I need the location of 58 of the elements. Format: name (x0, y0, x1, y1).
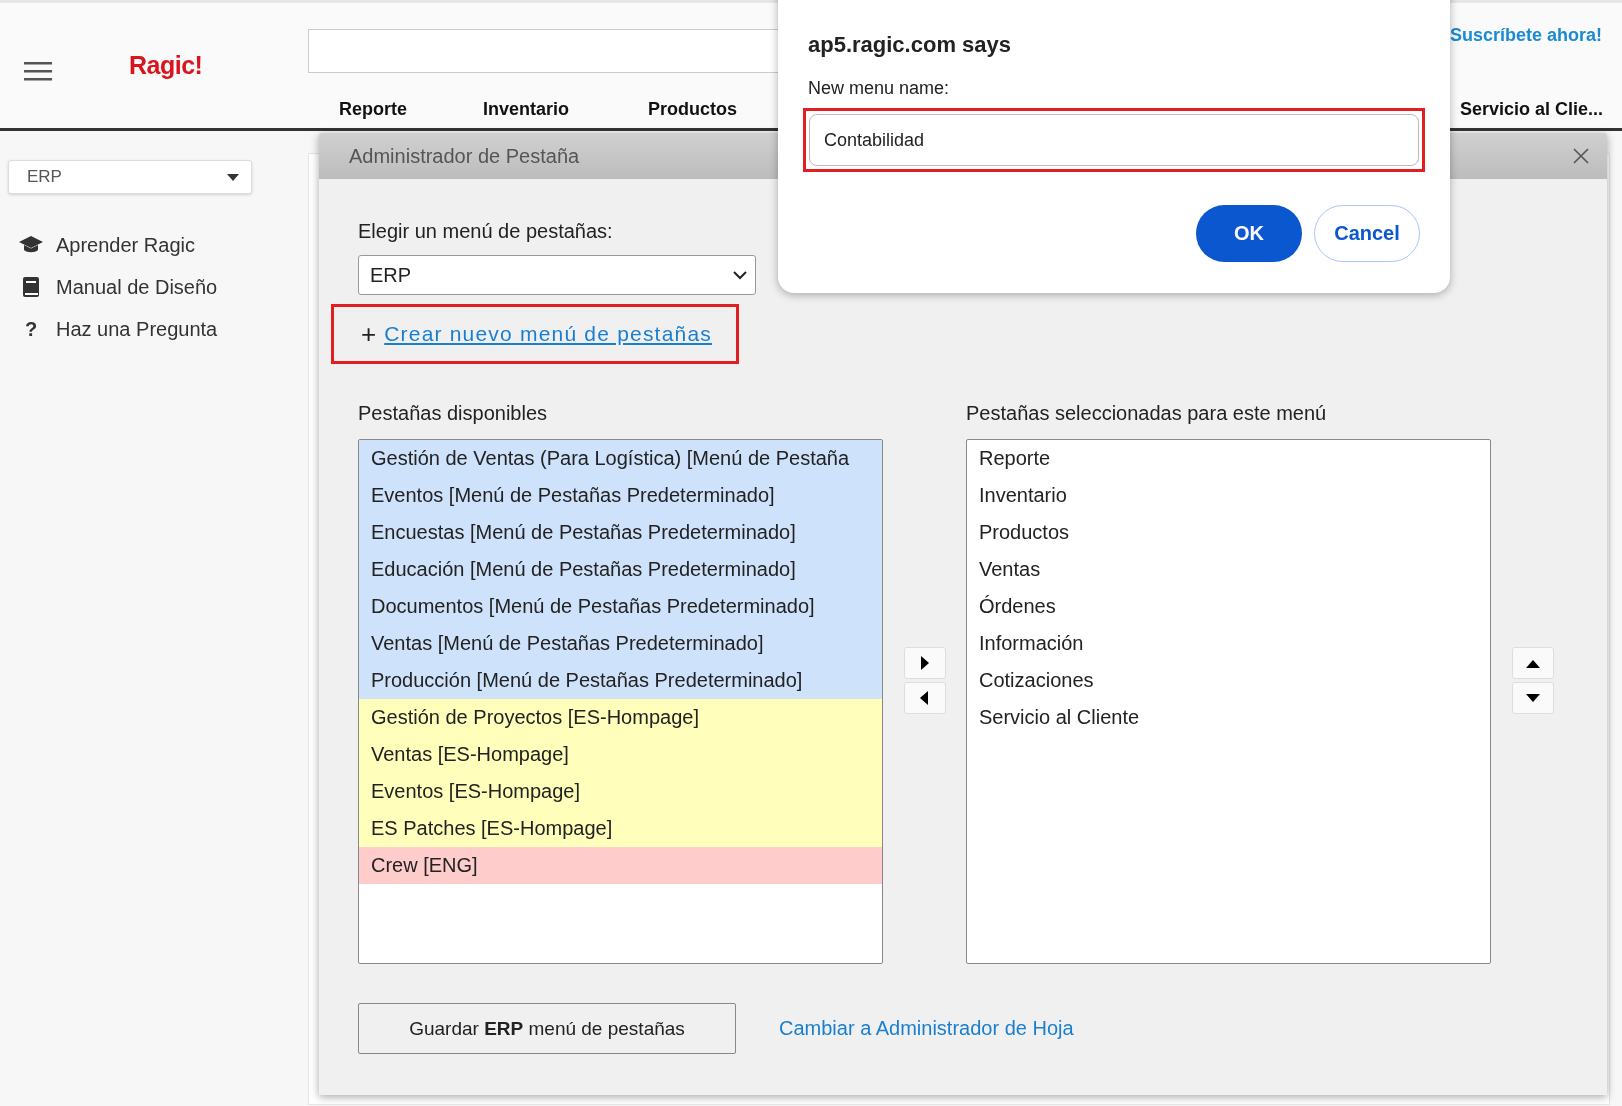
move-down-button[interactable] (1511, 682, 1554, 714)
list-item[interactable]: Ventas [Menú de Pestañas Predeterminado] (359, 625, 882, 662)
nav-tab[interactable]: Inventario (483, 99, 570, 120)
list-item[interactable]: Reporte (967, 440, 1490, 477)
list-title: Pestañas seleccionadas para este menú (966, 402, 1328, 425)
nav-tab[interactable]: Reporte (339, 99, 407, 120)
list-title: Pestañas disponibles (358, 402, 548, 425)
move-left-button[interactable] (903, 682, 946, 714)
logo[interactable]: Ragic! (129, 51, 203, 80)
menu-dropdown[interactable]: ERP (8, 160, 252, 194)
sidebar-link[interactable]: Manual de Diseño (56, 275, 218, 299)
nav-tab[interactable]: Servicio al Clie... (1460, 99, 1604, 120)
caret-icon (227, 173, 239, 181)
menu-icon[interactable] (24, 61, 52, 81)
list-item[interactable]: Ventas (967, 551, 1490, 588)
list-item[interactable]: Encuestas [Menú de Pestañas Predeterminado] (359, 514, 882, 551)
sidebar-link[interactable]: Haz una Pregunta (56, 317, 218, 341)
dialog-title: Administrador de Pestaña (349, 144, 580, 168)
sidebar-link[interactable]: Aprender Ragic (56, 233, 195, 257)
plus-icon: + (361, 318, 377, 350)
close-icon[interactable] (1573, 148, 1589, 164)
nav-tab[interactable]: Productos (648, 99, 737, 120)
list-item[interactable]: Inventario (967, 477, 1490, 514)
menu-dropdown[interactable]: ERP (358, 255, 756, 295)
list-item[interactable]: Producción [Menú de Pestañas Predeterminado] (359, 662, 882, 699)
save-button[interactable]: Guardar ERP menú de pestañas (358, 1003, 736, 1054)
subscribe-link[interactable]: Suscríbete ahora! (1450, 25, 1603, 46)
list-item[interactable]: Eventos [ES-Hompage] (359, 773, 882, 810)
switch-link[interactable]: Cambiar a Administrador de Hoja (779, 1017, 1074, 1040)
create-menu-link[interactable]: Crear nuevo menú de pestañas (384, 322, 712, 346)
list-item[interactable]: Ventas [ES-Hompage] (359, 736, 882, 773)
field-label: New menu name: (808, 78, 951, 99)
list-item[interactable]: Eventos [Menú de Pestañas Predeterminado] (359, 477, 882, 514)
list-item[interactable]: Cotizaciones (967, 662, 1490, 699)
list-item[interactable]: Educación [Menú de Pestañas Predeterminado] (359, 551, 882, 588)
list-item[interactable]: ES Patches [ES-Hompage] (359, 810, 882, 847)
list-item[interactable]: Gestión de Ventas (Para Logística) [Menú de Pestaña (359, 440, 882, 477)
list-item[interactable]: Productos (967, 514, 1490, 551)
triangle-down-icon (1525, 693, 1540, 703)
dialog-title: ap5.ragic.com says (808, 32, 1012, 58)
menu-name-field[interactable]: Contabilidad (809, 114, 1419, 166)
list-item[interactable]: Crew [ENG] (359, 847, 882, 884)
move-up-button[interactable] (1511, 647, 1554, 679)
question-icon: ? (22, 317, 40, 341)
triangle-right-icon (920, 656, 929, 670)
ok-button[interactable]: OK (1196, 205, 1302, 262)
list-item[interactable]: Servicio al Cliente (967, 699, 1490, 736)
list-item[interactable]: Información (967, 625, 1490, 662)
move-right-button[interactable] (903, 647, 946, 679)
triangle-up-icon (1525, 658, 1540, 668)
list-item[interactable]: Documentos [Menú de Pestañas Predeterminado] (359, 588, 882, 625)
menu-label: Elegir un menú de pestañas: (358, 220, 613, 243)
graduation-cap-icon (18, 235, 44, 255)
cancel-button[interactable]: Cancel (1314, 205, 1420, 262)
list-item[interactable]: Órdenes (967, 588, 1490, 625)
chevron-icon (733, 270, 747, 280)
list-item[interactable]: Gestión de Proyectos [ES-Hompage] (359, 699, 882, 736)
triangle-left-icon (920, 691, 929, 705)
